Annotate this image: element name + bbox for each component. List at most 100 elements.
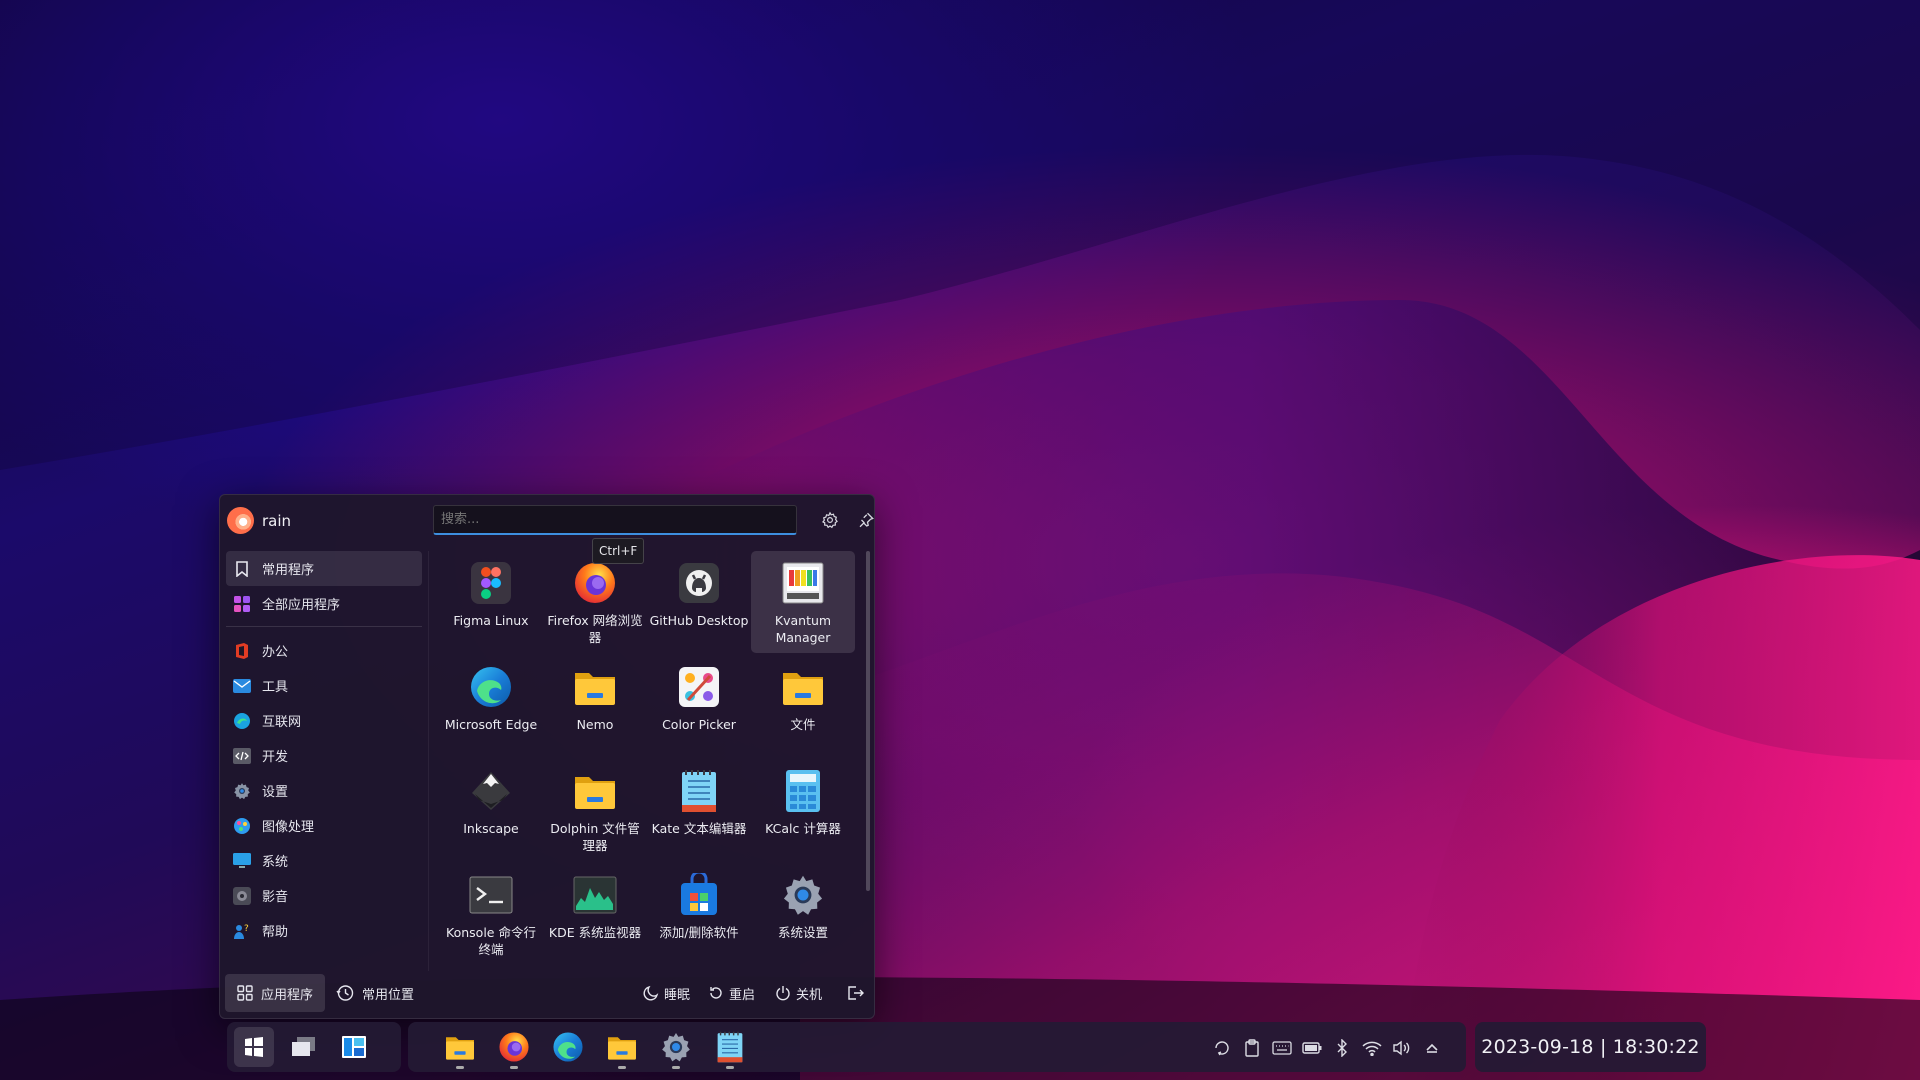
svg-text:?: ? bbox=[244, 924, 249, 934]
tab-applications[interactable]: 应用程序 bbox=[225, 974, 326, 1012]
restart-label: 重启 bbox=[729, 987, 756, 1003]
app-kate[interactable]: Kate 文本编辑器 bbox=[647, 759, 751, 861]
sidebar-item-all-apps[interactable]: 全部应用程序 bbox=[226, 586, 422, 621]
app-grid-scrollbar[interactable] bbox=[866, 551, 870, 891]
start-menu-button[interactable] bbox=[234, 1027, 274, 1067]
tab-applications-label: 应用程序 bbox=[261, 987, 314, 1003]
sleep-button[interactable]: 睡眠 bbox=[643, 982, 690, 1004]
app-label: Firefox 网络浏览器 bbox=[547, 613, 643, 645]
app-dolphin[interactable]: Dolphin 文件管理器 bbox=[543, 759, 647, 861]
all-apps-grid-icon bbox=[232, 594, 252, 614]
folder-icon bbox=[573, 665, 617, 709]
shutdown-button[interactable]: 关机 bbox=[775, 982, 822, 1004]
app-konsole[interactable]: Konsole 命令行终端 bbox=[439, 863, 543, 965]
chevron-up-icon bbox=[1426, 1043, 1438, 1053]
app-system-settings[interactable]: 系统设置 bbox=[751, 863, 855, 965]
app-label: Nemo bbox=[576, 717, 614, 732]
sidebar-item-system[interactable]: 系统 bbox=[226, 843, 422, 878]
tab-places-label: 常用位置 bbox=[362, 987, 415, 1003]
multimedia-icon bbox=[232, 886, 252, 906]
battery-icon bbox=[1302, 1042, 1322, 1054]
folder-icon bbox=[781, 665, 825, 709]
app-firefox[interactable]: Firefox 网络浏览器 bbox=[543, 551, 647, 653]
tray-network-activity[interactable] bbox=[1211, 1037, 1233, 1059]
notepad-icon bbox=[717, 1031, 743, 1063]
sidebar-item-multimedia[interactable]: 影音 bbox=[226, 878, 422, 913]
sidebar-item-development[interactable]: 开发 bbox=[226, 738, 422, 773]
widgets-button[interactable] bbox=[334, 1027, 374, 1067]
sidebar-item-label: 系统 bbox=[262, 855, 289, 870]
figma-icon bbox=[469, 561, 513, 605]
tray-battery[interactable] bbox=[1301, 1037, 1323, 1059]
app-kcalc[interactable]: KCalc 计算器 bbox=[751, 759, 855, 861]
sidebar-item-label: 帮助 bbox=[262, 925, 289, 940]
app-label: Kvantum Manager bbox=[774, 613, 832, 645]
tab-places[interactable]: 常用位置 bbox=[324, 974, 426, 1012]
user-avatar[interactable] bbox=[227, 507, 254, 534]
clock[interactable]: 2023-09-18 | 18:30:22 bbox=[1475, 1022, 1706, 1072]
app-nemo[interactable]: Nemo bbox=[543, 655, 647, 757]
logout-icon bbox=[848, 986, 864, 1000]
sync-icon bbox=[1215, 1041, 1229, 1056]
firefox-icon bbox=[573, 561, 617, 605]
grid-icon bbox=[237, 985, 253, 1001]
settings-gear-icon bbox=[232, 781, 252, 801]
restart-button[interactable]: 重启 bbox=[708, 982, 755, 1004]
restart-icon bbox=[710, 987, 722, 999]
app-files[interactable]: 文件 bbox=[751, 655, 855, 757]
taskbar-app-firefox[interactable] bbox=[494, 1027, 534, 1069]
sidebar-item-label: 办公 bbox=[262, 645, 289, 660]
taskbar-app-files[interactable] bbox=[440, 1027, 480, 1069]
app-system-monitor[interactable]: KDE 系统监视器 bbox=[543, 863, 647, 965]
sidebar-item-label: 影音 bbox=[262, 890, 289, 905]
sidebar-item-favorites[interactable]: 常用程序 bbox=[226, 551, 422, 586]
settings-gear-icon bbox=[781, 873, 825, 917]
tray-clipboard[interactable] bbox=[1241, 1037, 1263, 1059]
app-figma[interactable]: Figma Linux bbox=[439, 551, 543, 653]
taskbar-app-edge[interactable] bbox=[548, 1027, 588, 1067]
sidebar-item-office[interactable]: 办公 bbox=[226, 633, 422, 668]
taskbar-app-system-settings[interactable] bbox=[656, 1027, 696, 1069]
taskbar-app-kate[interactable] bbox=[710, 1027, 750, 1069]
tray-volume[interactable] bbox=[1391, 1037, 1413, 1059]
app-microsoft-edge[interactable]: Microsoft Edge bbox=[439, 655, 543, 757]
app-label: Kate 文本编辑器 bbox=[651, 821, 747, 836]
tray-expand[interactable] bbox=[1421, 1037, 1443, 1059]
app-github-desktop[interactable]: GitHub Desktop bbox=[647, 551, 751, 653]
history-icon bbox=[336, 985, 354, 1001]
office-icon bbox=[232, 641, 252, 661]
folder-icon bbox=[573, 769, 617, 813]
code-icon bbox=[232, 746, 252, 766]
sidebar-item-settings[interactable]: 设置 bbox=[226, 773, 422, 808]
app-software-store[interactable]: 添加/删除软件 bbox=[647, 863, 751, 965]
category-sidebar: 常用程序 全部应用程序 办公 工具 互联网 开发 设置 图像处理 系统 影音 ?… bbox=[226, 551, 422, 948]
sidebar-item-tools[interactable]: 工具 bbox=[226, 668, 422, 703]
sidebar-item-help[interactable]: ? 帮助 bbox=[226, 913, 422, 948]
app-color-picker[interactable]: Color Picker bbox=[647, 655, 751, 757]
search-input[interactable] bbox=[433, 505, 797, 535]
sidebar-item-label: 全部应用程序 bbox=[262, 598, 341, 613]
tray-keyboard[interactable] bbox=[1271, 1037, 1293, 1059]
app-label: Inkscape bbox=[463, 821, 519, 836]
tray-wifi[interactable] bbox=[1361, 1037, 1383, 1059]
tray-bluetooth[interactable] bbox=[1331, 1037, 1353, 1059]
mail-tools-icon bbox=[232, 676, 252, 696]
configure-button[interactable] bbox=[819, 509, 841, 531]
sidebar-item-internet[interactable]: 互联网 bbox=[226, 703, 422, 738]
menu-footer: 应用程序 常用位置 睡眠 重启 关机 bbox=[220, 968, 874, 1018]
sidebar-item-graphics[interactable]: 图像处理 bbox=[226, 808, 422, 843]
logout-button[interactable] bbox=[847, 982, 864, 1004]
notepad-icon bbox=[677, 769, 721, 813]
moon-icon bbox=[643, 985, 659, 1001]
running-indicator bbox=[726, 1066, 734, 1069]
user-profile[interactable]: rain bbox=[227, 507, 291, 534]
bookmark-icon bbox=[232, 559, 252, 579]
app-inkscape[interactable]: Inkscape bbox=[439, 759, 543, 861]
app-kvantum-manager[interactable]: Kvantum Manager bbox=[751, 551, 855, 653]
running-indicator bbox=[510, 1066, 518, 1069]
sidebar-item-label: 设置 bbox=[262, 785, 289, 800]
clipboard-icon bbox=[1245, 1039, 1259, 1057]
taskbar-app-dolphin[interactable] bbox=[602, 1027, 642, 1069]
task-view-button[interactable] bbox=[284, 1027, 324, 1067]
pin-button[interactable] bbox=[855, 509, 877, 531]
